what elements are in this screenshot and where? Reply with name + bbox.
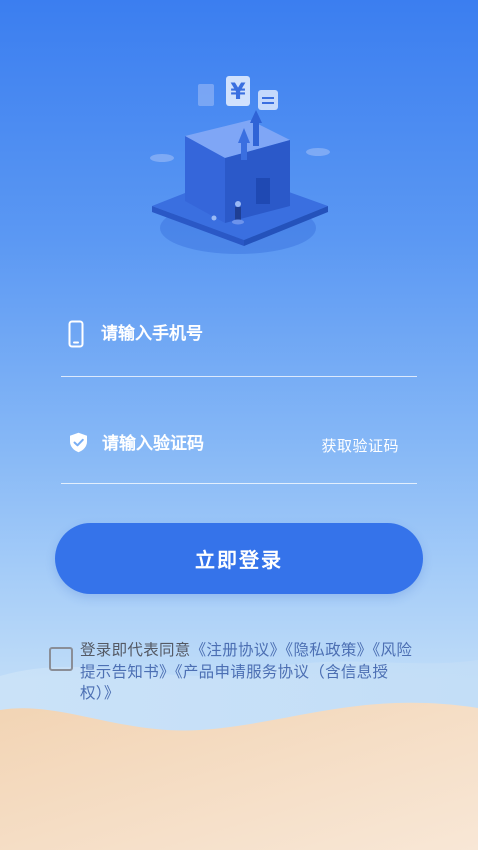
shield-check-icon xyxy=(69,432,88,457)
code-underline xyxy=(61,483,417,484)
phone-icon xyxy=(68,320,84,352)
phone-input[interactable] xyxy=(101,324,331,344)
agreement-text: 登录即代表同意《注册协议》《隐私政策》《风险提示告知书》《产品申请服务协议（含信… xyxy=(80,640,420,705)
agreement-prefix: 登录即代表同意 xyxy=(80,641,191,659)
login-button[interactable]: 立即登录 xyxy=(55,523,423,594)
phone-underline xyxy=(61,376,417,377)
phone-field[interactable] xyxy=(61,316,417,356)
code-field[interactable]: 获取验证码 xyxy=(61,424,417,464)
svg-text:¥: ¥ xyxy=(230,80,246,105)
code-input[interactable] xyxy=(102,434,302,454)
link-privacy-policy[interactable]: 《隐私政策》 xyxy=(285,641,372,659)
link-registration-agreement[interactable]: 《注册协议》 xyxy=(191,641,286,659)
agreement-checkbox[interactable] xyxy=(49,647,73,671)
get-code-button[interactable]: 获取验证码 xyxy=(321,435,399,456)
building-finance-illustration: ¥ xyxy=(150,76,330,254)
